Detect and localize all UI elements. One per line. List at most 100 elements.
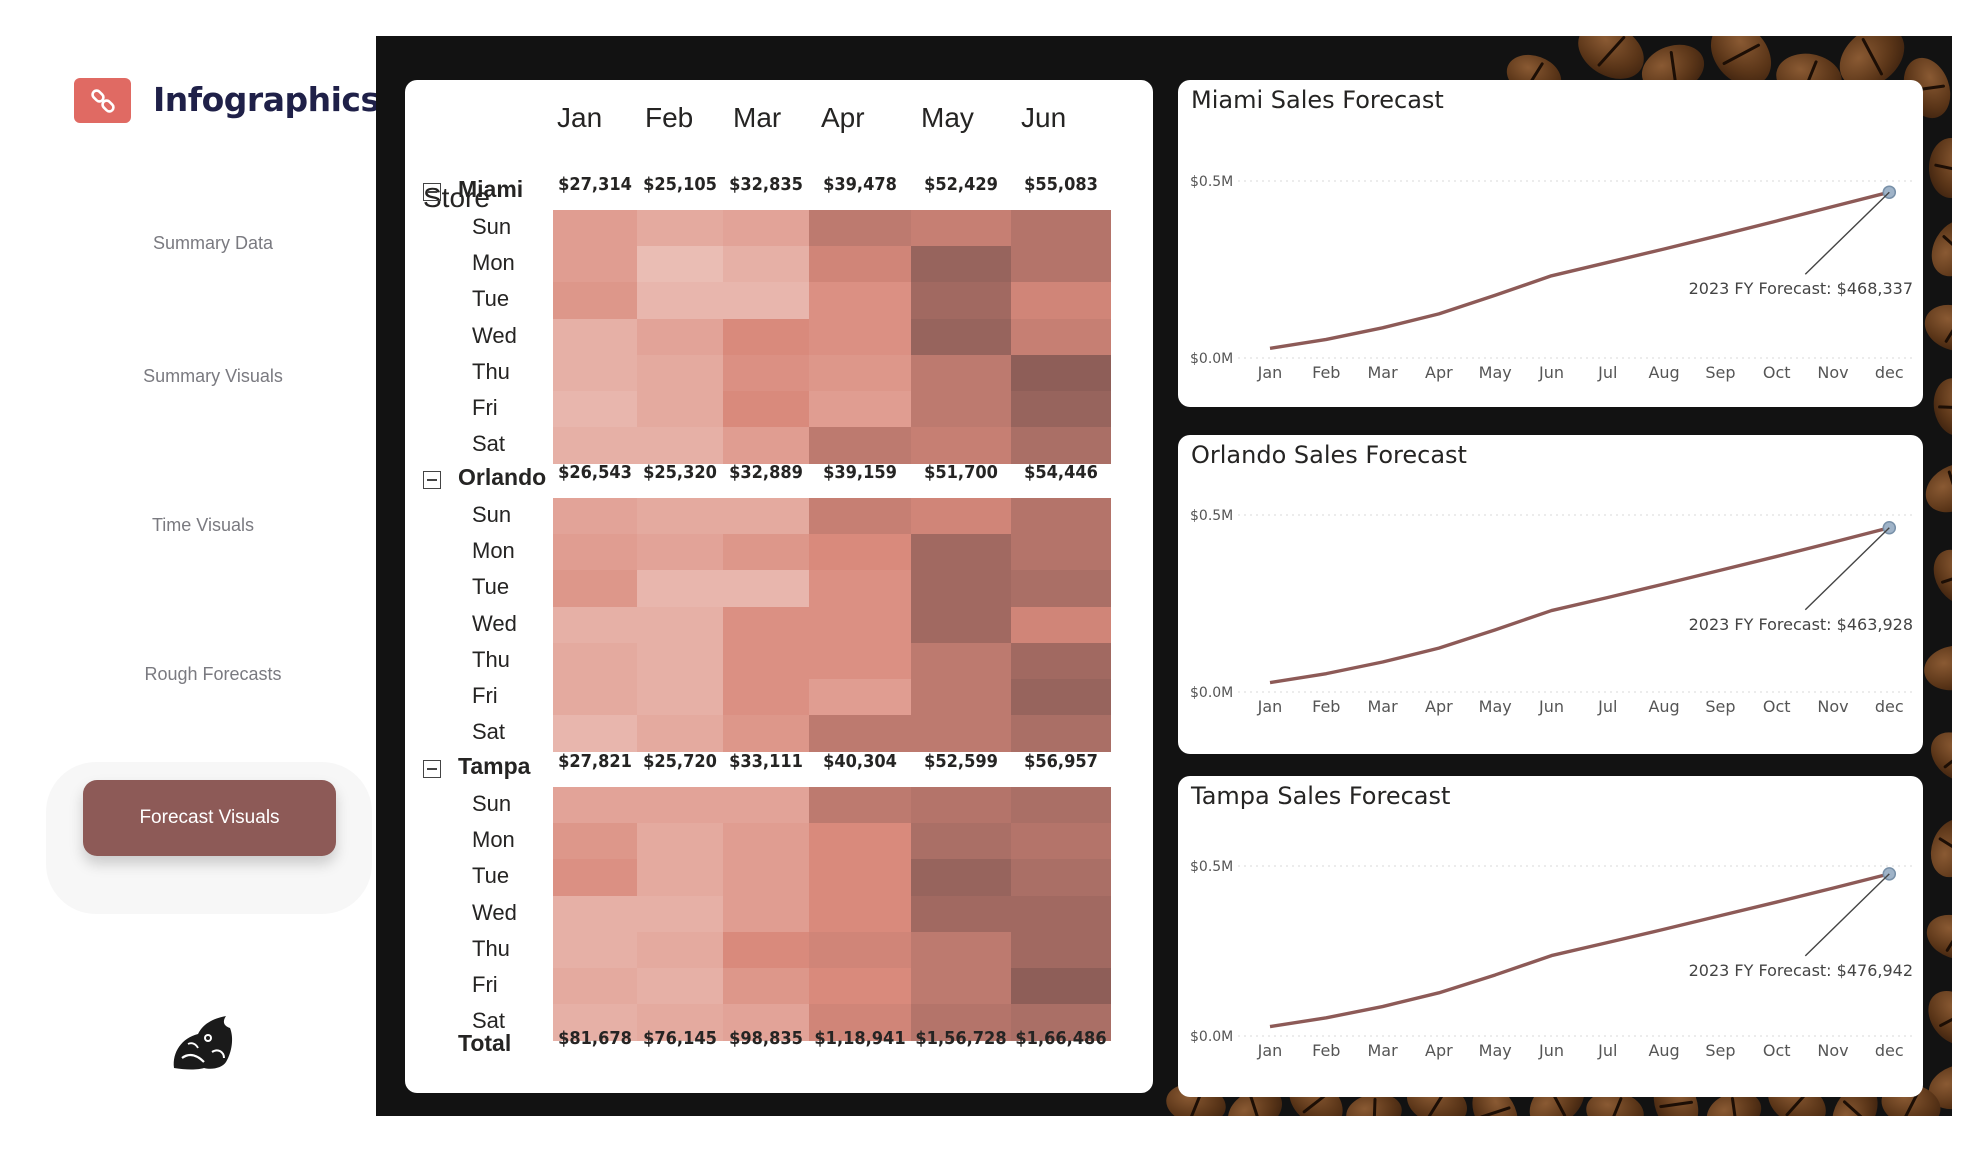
heatmap-cell[interactable]	[723, 282, 809, 320]
heatmap-cell[interactable]	[637, 534, 723, 571]
heatmap-cell[interactable]	[1011, 606, 1111, 644]
heatmap-cell[interactable]	[809, 679, 911, 716]
heatmap-cell[interactable]	[553, 895, 637, 933]
nav-time-visuals[interactable]: Time Visuals	[58, 515, 348, 536]
heatmap-cell[interactable]	[911, 282, 1011, 320]
nav-summary-data[interactable]: Summary Data	[68, 233, 358, 254]
heatmap-cell[interactable]	[911, 427, 1011, 464]
heatmap-cell[interactable]	[1011, 210, 1111, 247]
heatmap-cell[interactable]	[1011, 498, 1111, 535]
heatmap-cell[interactable]	[809, 859, 911, 897]
heatmap-cell[interactable]	[911, 210, 1011, 247]
heatmap-cell[interactable]	[637, 282, 723, 320]
heatmap-cell[interactable]	[809, 968, 911, 1005]
heatmap-cell[interactable]	[723, 318, 809, 356]
heatmap-cell[interactable]	[1011, 427, 1111, 464]
collapse-icon[interactable]	[423, 760, 441, 778]
heatmap-cell[interactable]	[637, 354, 723, 392]
heatmap-cell[interactable]	[553, 534, 637, 571]
heatmap-cell[interactable]	[553, 498, 637, 535]
heatmap-cell[interactable]	[1011, 391, 1111, 428]
collapse-icon[interactable]	[423, 183, 441, 201]
heatmap-cell[interactable]	[1011, 570, 1111, 608]
heatmap-cell[interactable]	[723, 823, 809, 860]
heatmap-cell[interactable]	[637, 427, 723, 464]
heatmap-cell[interactable]	[553, 427, 637, 464]
heatmap-cell[interactable]	[553, 679, 637, 716]
heatmap-cell[interactable]	[723, 787, 809, 824]
heatmap-cell[interactable]	[1011, 715, 1111, 752]
collapse-icon[interactable]	[423, 471, 441, 489]
heatmap-cell[interactable]	[553, 787, 637, 824]
heatmap-cell[interactable]	[723, 895, 809, 933]
heatmap-cell[interactable]	[1011, 787, 1111, 824]
heatmap-cell[interactable]	[1011, 823, 1111, 860]
heatmap-cell[interactable]	[809, 354, 911, 392]
heatmap-cell[interactable]	[723, 679, 809, 716]
heatmap-cell[interactable]	[723, 642, 809, 680]
heatmap-cell[interactable]	[911, 570, 1011, 608]
heatmap-cell[interactable]	[637, 570, 723, 608]
heatmap-cell[interactable]	[1011, 282, 1111, 320]
heatmap-cell[interactable]	[809, 570, 911, 608]
heatmap-cell[interactable]	[723, 715, 809, 752]
heatmap-cell[interactable]	[553, 642, 637, 680]
heatmap-cell[interactable]	[911, 354, 1011, 392]
heatmap-cell[interactable]	[809, 895, 911, 933]
heatmap-cell[interactable]	[637, 498, 723, 535]
heatmap-cell[interactable]	[553, 606, 637, 644]
heatmap-cell[interactable]	[809, 534, 911, 571]
heatmap-cell[interactable]	[1011, 642, 1111, 680]
heatmap-cell[interactable]	[911, 606, 1011, 644]
heatmap-cell[interactable]	[723, 391, 809, 428]
heatmap-cell[interactable]	[809, 246, 911, 283]
heatmap-cell[interactable]	[637, 895, 723, 933]
heatmap-cell[interactable]	[723, 570, 809, 608]
heatmap-cell[interactable]	[809, 318, 911, 356]
heatmap-cell[interactable]	[637, 679, 723, 716]
heatmap-cell[interactable]	[553, 282, 637, 320]
heatmap-cell[interactable]	[1011, 246, 1111, 283]
heatmap-cell[interactable]	[1011, 931, 1111, 969]
heatmap-cell[interactable]	[1011, 354, 1111, 392]
heatmap-cell[interactable]	[911, 498, 1011, 535]
heatmap-cell[interactable]	[911, 931, 1011, 969]
heatmap-cell[interactable]	[1011, 895, 1111, 933]
heatmap-cell[interactable]	[553, 715, 637, 752]
heatmap-cell[interactable]	[553, 318, 637, 356]
heatmap-cell[interactable]	[723, 968, 809, 1005]
heatmap-cell[interactable]	[637, 391, 723, 428]
heatmap-cell[interactable]	[809, 642, 911, 680]
heatmap-cell[interactable]	[809, 391, 911, 428]
heatmap-cell[interactable]	[637, 931, 723, 969]
heatmap-cell[interactable]	[911, 391, 1011, 428]
heatmap-cell[interactable]	[637, 823, 723, 860]
heatmap-cell[interactable]	[911, 534, 1011, 571]
heatmap-cell[interactable]	[809, 787, 911, 824]
heatmap-cell[interactable]	[809, 823, 911, 860]
heatmap-cell[interactable]	[911, 246, 1011, 283]
heatmap-cell[interactable]	[723, 931, 809, 969]
heatmap-cell[interactable]	[637, 318, 723, 356]
heatmap-cell[interactable]	[911, 823, 1011, 860]
heatmap-cell[interactable]	[809, 427, 911, 464]
heatmap-cell[interactable]	[553, 210, 637, 247]
heatmap-cell[interactable]	[809, 931, 911, 969]
heatmap-cell[interactable]	[553, 246, 637, 283]
heatmap-cell[interactable]	[809, 498, 911, 535]
heatmap-cell[interactable]	[911, 895, 1011, 933]
heatmap-cell[interactable]	[723, 354, 809, 392]
heatmap-cell[interactable]	[911, 859, 1011, 897]
heatmap-cell[interactable]	[637, 642, 723, 680]
heatmap-cell[interactable]	[1011, 679, 1111, 716]
heatmap-cell[interactable]	[911, 968, 1011, 1005]
heatmap-cell[interactable]	[911, 679, 1011, 716]
heatmap-cell[interactable]	[553, 931, 637, 969]
heatmap-cell[interactable]	[723, 210, 809, 247]
heatmap-cell[interactable]	[553, 354, 637, 392]
nav-forecast-visuals[interactable]: Forecast Visuals	[83, 780, 336, 856]
heatmap-cell[interactable]	[723, 534, 809, 571]
nav-summary-visuals[interactable]: Summary Visuals	[68, 366, 358, 387]
nav-rough-forecasts[interactable]: Rough Forecasts	[68, 664, 358, 685]
heatmap-cell[interactable]	[723, 498, 809, 535]
